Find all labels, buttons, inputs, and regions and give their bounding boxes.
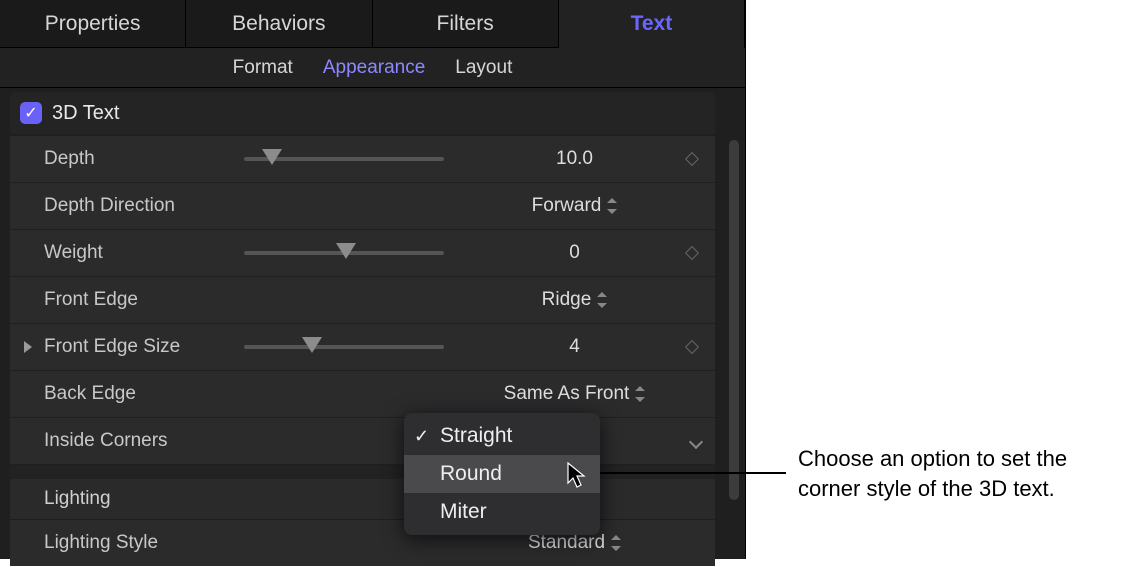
tab-properties[interactable]: Properties (0, 0, 186, 48)
section-3d-text: ✓ 3D Text (10, 92, 715, 134)
subtab-format[interactable]: Format (233, 57, 293, 79)
inspector-panel: Properties Behaviors Filters Text Format… (0, 0, 746, 559)
value-back-edge: Same As Front (504, 383, 630, 405)
slider-weight[interactable] (244, 245, 444, 261)
updown-icon (597, 293, 607, 307)
callout-text: Choose an option to set the corner style… (798, 444, 1128, 503)
callout-line (592, 472, 786, 474)
disclosure-triangle-icon[interactable] (24, 341, 32, 353)
value-lighting-style: Standard (528, 532, 605, 554)
label-front-edge: Front Edge (44, 289, 244, 311)
slider-front-edge-size[interactable] (244, 339, 444, 355)
section-lighting-label: Lighting (44, 488, 111, 510)
row-inside-corners: Inside Corners (10, 418, 715, 464)
label-inside-corners: Inside Corners (44, 430, 244, 452)
value-weight[interactable]: 0 (444, 242, 705, 264)
checkbox-3d-text[interactable]: ✓ (20, 102, 42, 124)
tab-behaviors[interactable]: Behaviors (186, 0, 372, 48)
row-lighting-style: Lighting Style Standard (10, 520, 715, 566)
subtab-layout[interactable]: Layout (455, 57, 512, 79)
tab-filters[interactable]: Filters (373, 0, 559, 48)
row-front-edge: Front Edge Ridge (10, 277, 715, 323)
inspector-tabs: Properties Behaviors Filters Text (0, 0, 745, 48)
chevron-down-icon[interactable] (689, 435, 701, 447)
section-3d-text-label: 3D Text (52, 102, 119, 125)
row-back-edge: Back Edge Same As Front (10, 371, 715, 417)
mouse-cursor-icon (566, 462, 588, 496)
popup-back-edge[interactable]: Same As Front (444, 383, 705, 405)
updown-icon (611, 536, 621, 550)
row-depth: Depth 10.0 (10, 136, 715, 182)
value-depth-direction: Forward (532, 195, 602, 217)
row-front-edge-size: Front Edge Size 4 (10, 324, 715, 370)
updown-icon (607, 199, 617, 213)
menu-item-straight[interactable]: Straight (404, 417, 600, 455)
scrollbar[interactable] (729, 140, 739, 500)
value-front-edge: Ridge (542, 289, 592, 311)
value-front-edge-size[interactable]: 4 (444, 336, 705, 358)
label-weight: Weight (44, 242, 244, 264)
popup-lighting-style[interactable]: Standard (444, 532, 705, 554)
slider-depth[interactable] (244, 151, 444, 167)
row-weight: Weight 0 (10, 230, 715, 276)
updown-icon (635, 387, 645, 401)
tab-text[interactable]: Text (559, 0, 745, 48)
label-front-edge-size: Front Edge Size (44, 336, 244, 358)
row-depth-direction: Depth Direction Forward (10, 183, 715, 229)
text-subtabs: Format Appearance Layout (0, 48, 745, 88)
section-lighting: Lighting (10, 479, 715, 519)
value-depth[interactable]: 10.0 (444, 148, 705, 170)
menu-item-miter[interactable]: Miter (404, 493, 600, 531)
label-lighting-style: Lighting Style (44, 532, 244, 554)
params-list: ✓ 3D Text Depth 10.0 Depth Direction For… (10, 92, 715, 567)
popup-front-edge[interactable]: Ridge (444, 289, 705, 311)
label-back-edge: Back Edge (44, 383, 244, 405)
popup-depth-direction[interactable]: Forward (444, 195, 705, 217)
label-depth-direction: Depth Direction (44, 195, 244, 217)
label-depth: Depth (44, 148, 244, 170)
subtab-appearance[interactable]: Appearance (323, 57, 425, 79)
